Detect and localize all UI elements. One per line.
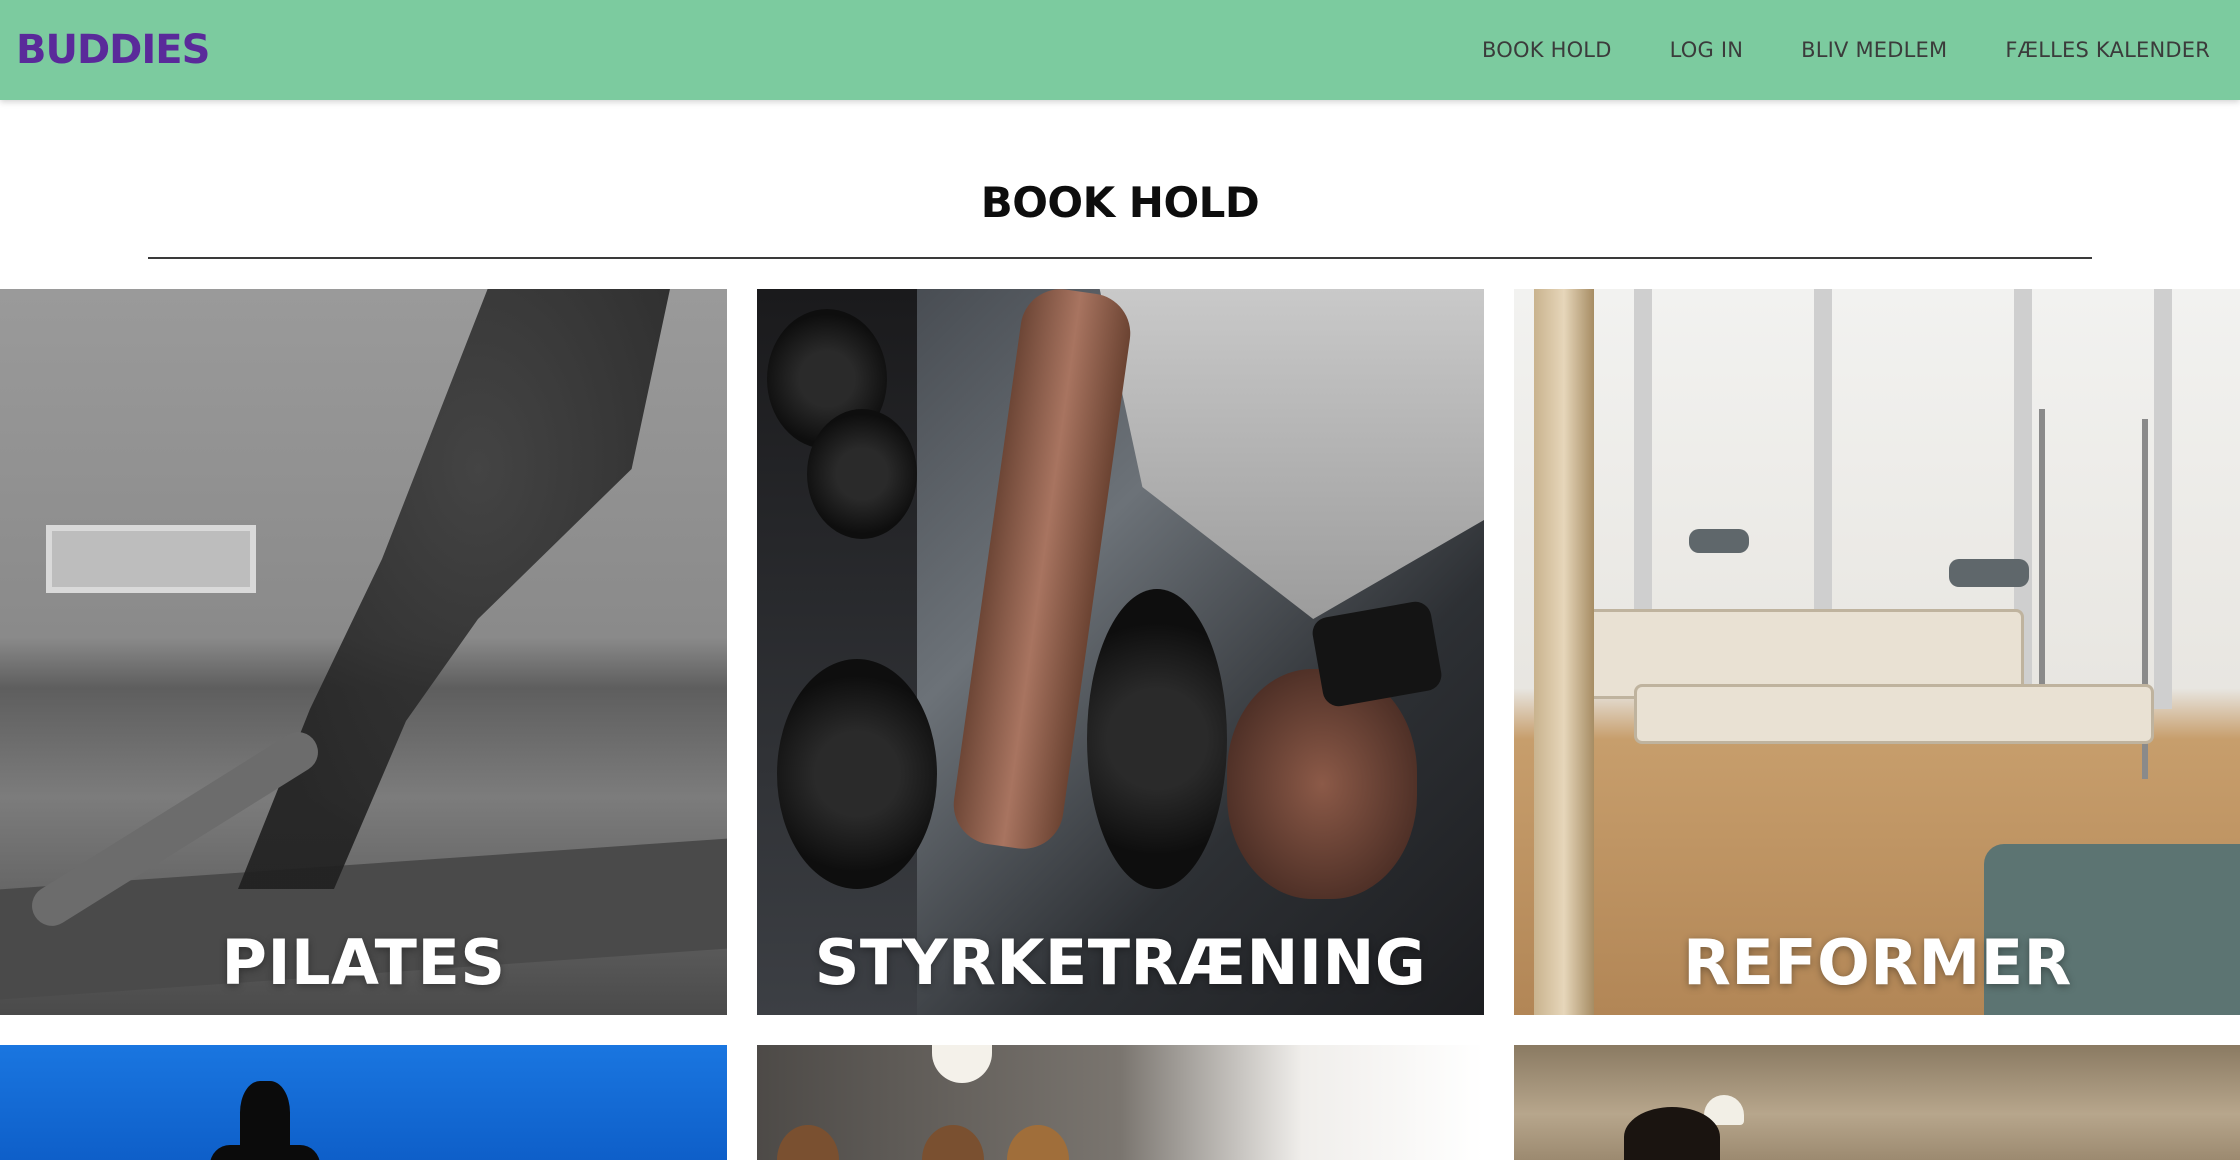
window-frame [2154,289,2172,709]
shoulder-rest [1689,529,1749,553]
wall-vent [46,525,256,593]
pilates-photo [0,289,727,1015]
class-card-label: PILATES [221,926,506,999]
title-divider [148,257,2092,259]
weight-plate [777,659,937,889]
class-card-5[interactable] [757,1045,1484,1160]
nav-link-book-hold[interactable]: BOOK HOLD [1482,38,1612,62]
class-card-label: STYRKETRÆNING [814,926,1427,999]
nav-link-log-in[interactable]: LOG IN [1670,38,1744,62]
person-head [1624,1107,1720,1160]
person-head [922,1125,984,1160]
nav-link-faelles-kalender[interactable]: FÆLLES KALENDER [2005,38,2210,62]
sky-silhouette-photo [0,1045,727,1160]
page-title: BOOK HOLD [980,178,1260,227]
class-card-label: REFORMER [1683,926,2072,999]
person-head [777,1125,839,1160]
reformer-machine [1634,684,2154,744]
person-silhouette [210,1145,320,1160]
class-card-pilates[interactable]: PILATES [0,289,727,1015]
site-logo[interactable]: BUDDIES [16,27,210,73]
person-figure [238,289,670,889]
shoulder-rest [1949,559,2029,587]
group-class-photo [757,1045,1484,1160]
wristwatch [1310,599,1444,709]
strength-training-photo [757,289,1484,1015]
class-card-4[interactable] [0,1045,727,1160]
weight-plate [1087,589,1227,889]
reformer-pole [2039,409,2045,729]
class-card-reformer[interactable]: REFORMER [1514,289,2240,1015]
reformer-photo [1514,289,2240,1015]
hand [1227,669,1417,899]
weight-plate [807,409,917,539]
main-nav: BOOK HOLD LOG IN BLIV MEDLEM FÆLLES KALE… [1424,38,2210,62]
top-navigation-bar: BUDDIES BOOK HOLD LOG IN BLIV MEDLEM FÆL… [0,0,2240,100]
person-head [1007,1125,1069,1160]
nav-link-bliv-medlem[interactable]: BLIV MEDLEM [1801,38,1947,62]
wooden-post [1534,289,1594,1015]
studio-person-photo [1514,1045,2240,1160]
class-card-styrketraening[interactable]: STYRKETRÆNING [757,289,1484,1015]
ceiling-lamp [932,1045,992,1083]
class-card-6[interactable] [1514,1045,2240,1160]
